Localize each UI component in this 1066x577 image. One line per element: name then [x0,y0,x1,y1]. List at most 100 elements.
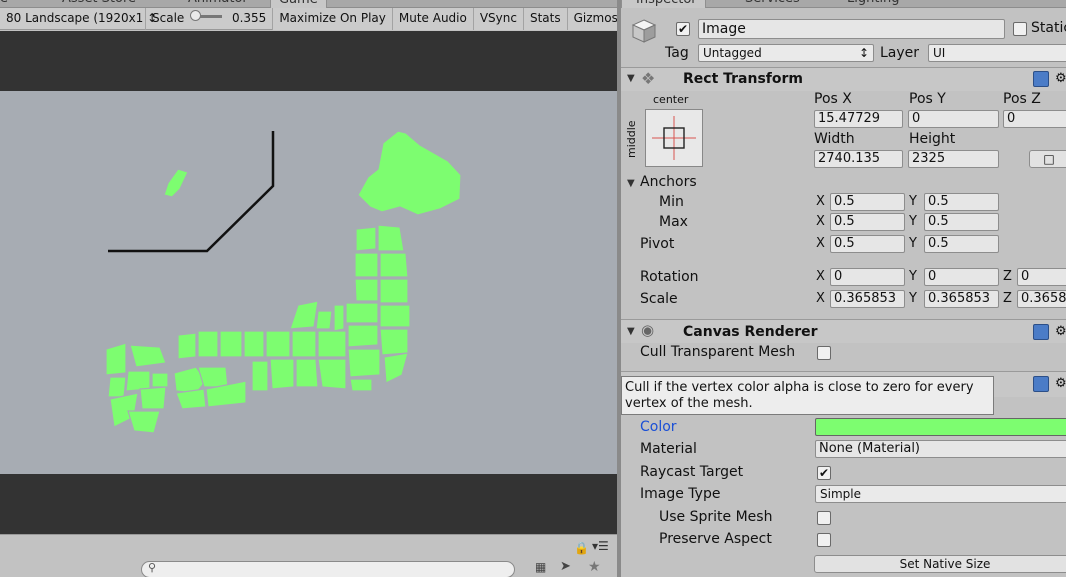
rect-transform-header[interactable]: ▼ ❖ Rect Transform ⚙ [621,67,1066,91]
tag-icon[interactable]: ➤ [560,559,571,574]
anchor-min-y-field[interactable]: 0.5 [924,193,999,211]
map-prefecture [243,330,265,358]
map-prefecture-hokkaido [357,130,462,216]
map-prefecture [379,252,409,278]
cull-transparent-mesh-checkbox[interactable] [817,346,831,360]
tab-services[interactable]: Services [745,0,800,8]
map-prefecture [355,226,377,252]
pos-z-field[interactable]: 0 [1003,110,1066,128]
scale-slider[interactable] [190,10,223,21]
help-icon[interactable] [1033,324,1049,340]
rotation-y-field[interactable]: 0 [924,268,999,286]
map-prefecture [315,310,333,330]
rotation-z-field[interactable]: 0 [1017,268,1066,286]
pivot-x-field[interactable]: 0.5 [830,235,905,253]
pos-x-field[interactable]: 15.47729 [814,110,903,128]
anchor-max-y-field[interactable]: 0.5 [924,213,999,231]
stats-toggle[interactable]: Stats [523,7,568,30]
settings-icon[interactable]: ⚙ [1055,71,1066,86]
cube-icon [631,18,657,44]
set-native-size-button[interactable]: Set Native Size [814,555,1066,573]
anchors-label[interactable]: Anchors [640,174,697,190]
help-icon[interactable] [1033,71,1049,87]
vsync-toggle[interactable]: VSync [473,7,524,30]
maximize-on-play-toggle[interactable]: Maximize On Play [273,7,393,30]
static-label: Static [1031,20,1066,36]
map-prefecture [377,224,405,252]
use-sprite-mesh-checkbox[interactable] [817,511,831,525]
menu-icon[interactable]: ▾☰ [592,539,609,553]
map-prefecture [219,330,243,358]
scale-x-field[interactable]: 0.365853 [830,290,905,308]
tag-value: Untagged [703,46,762,60]
star-icon[interactable]: ★ [588,559,601,575]
tab-inspector[interactable]: Inspector [621,0,706,8]
color-field[interactable] [815,418,1066,436]
map-prefecture-okinawa [163,168,189,198]
scale-control[interactable]: Scale 0.355 [146,7,274,30]
help-icon[interactable] [1033,376,1049,392]
layer-dropdown[interactable]: UI [928,44,1066,62]
gameobject-name-input[interactable]: Image [698,19,1005,39]
letterbox-top [0,31,617,91]
scale-slider-knob[interactable] [190,10,202,21]
blueprint-mode-button[interactable]: □ [1029,150,1066,168]
map-prefecture [151,372,169,388]
lock-icon[interactable]: 🔒 [574,541,589,555]
tag-dropdown[interactable]: Untagged ↕ [698,44,874,62]
raycast-target-checkbox[interactable]: ✔ [817,466,831,480]
material-field[interactable]: None (Material) [815,440,1066,458]
map-prefecture [197,366,229,388]
letterbox-bottom [0,474,617,534]
settings-icon[interactable]: ⚙ [1055,376,1066,391]
pos-z-label: Pos Z [1003,91,1041,107]
map-prefecture [295,358,319,388]
mute-audio-toggle[interactable]: Mute Audio [392,7,474,30]
gizmos-dropdown[interactable]: Gizmos [567,7,617,30]
anchors-fold-icon[interactable]: ▼ [627,178,635,189]
height-field[interactable]: 2325 [908,150,999,168]
active-checkbox[interactable]: ✔ [676,22,690,36]
search-input[interactable]: ⚲ [141,561,515,577]
anchor-min-x-field[interactable]: 0.5 [830,193,905,211]
max-label: Max [659,214,688,230]
anchor-preset-icon[interactable] [645,109,703,167]
raycast-target-label: Raycast Target [640,464,744,480]
map-prefecture [354,252,379,278]
width-field[interactable]: 2740.135 [814,150,903,168]
scale-y-field[interactable]: 0.365853 [924,290,999,308]
tab-lighting[interactable]: Lighting [847,0,900,8]
color-label: Color [640,419,677,435]
map-prefecture [265,330,291,358]
bottom-panel: 🔒 ▾☰ ⚲ ▦ ➤ ★ [0,534,617,577]
tag-label: Tag [665,45,689,61]
static-checkbox[interactable] [1013,22,1027,36]
resolution-dropdown[interactable]: 80 Landscape (1920x1 ↕ [0,7,157,30]
max-y-label: Y [909,214,917,229]
map-prefecture [349,378,373,392]
map-prefecture [317,330,347,358]
pivot-x-label: X [816,236,825,251]
map-prefecture [354,278,379,302]
map-prefecture [383,352,409,384]
scale-z-field[interactable]: 0.3658 [1017,290,1066,308]
map-prefecture [251,360,269,392]
fold-arrow-icon[interactable]: ▼ [627,326,635,337]
pos-y-field[interactable]: 0 [908,110,999,128]
preserve-aspect-checkbox[interactable] [817,533,831,547]
settings-icon[interactable]: ⚙ [1055,324,1066,339]
game-view-panel: e Asset Store Animator Game 80 Landscape… [0,0,617,577]
canvas-renderer-header[interactable]: ▼ ◉ Canvas Renderer ⚙ [621,319,1066,343]
anchor-preset-h-label: center [653,93,689,106]
map-prefecture [197,330,219,358]
rotation-x-field[interactable]: 0 [830,268,905,286]
checkmark-icon: ✔ [677,22,689,36]
scale-z-label: Z [1003,291,1012,306]
layers-icon[interactable]: ▦ [535,560,546,574]
min-y-label: Y [909,194,917,209]
anchor-max-x-field[interactable]: 0.5 [830,213,905,231]
image-type-dropdown[interactable]: Simple [815,485,1066,503]
width-label: Width [814,131,855,147]
pivot-y-field[interactable]: 0.5 [924,235,999,253]
fold-arrow-icon[interactable]: ▼ [627,73,635,84]
